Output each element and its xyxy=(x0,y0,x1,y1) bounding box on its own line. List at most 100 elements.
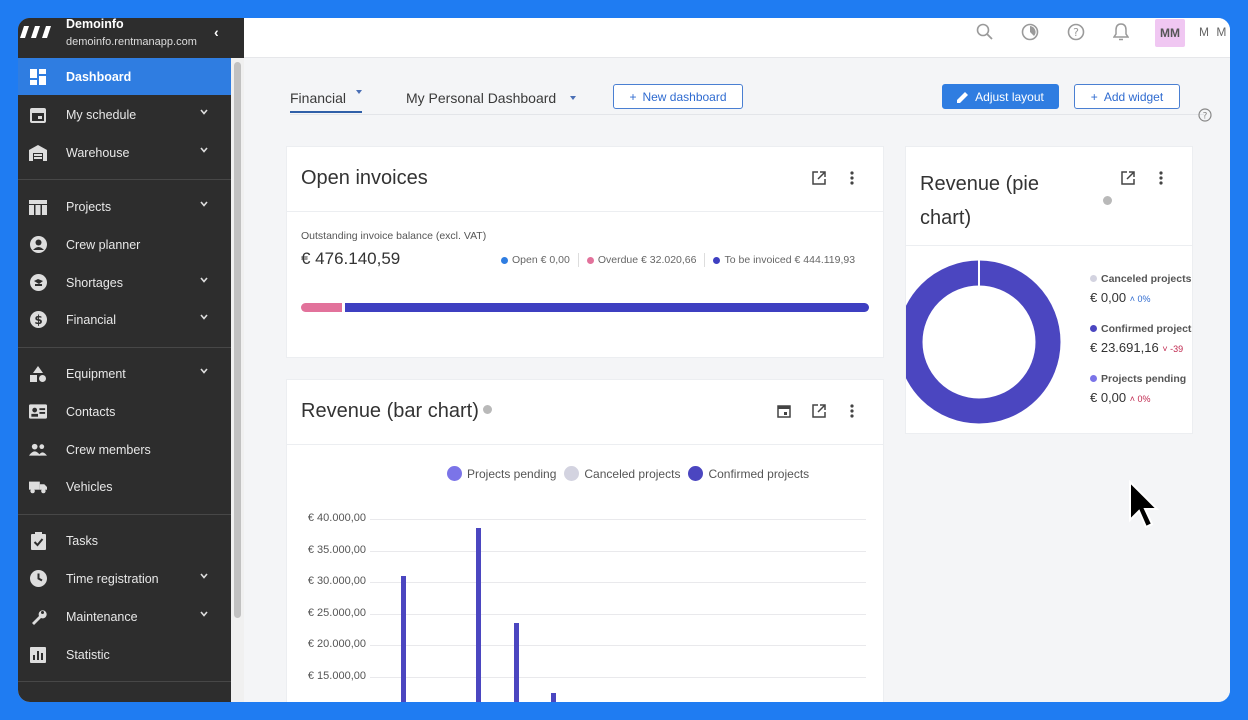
sidebar-divider xyxy=(18,347,231,348)
sidebar-item-my-schedule[interactable]: My schedule xyxy=(18,96,231,133)
y-tick-label: € 20.000,00 xyxy=(307,638,366,651)
brand-header: Demoinfo demoinfo.rentmanapp.com ‹ xyxy=(18,18,244,58)
top-bar: ? MM M M xyxy=(244,18,1230,58)
sidebar-item-statistic[interactable]: Statistic xyxy=(18,636,231,673)
mouse-cursor-icon xyxy=(1129,480,1160,529)
revenue-bar-widget: Revenue (bar chart) Projects pending Can… xyxy=(286,379,884,702)
tab-my-personal-dashboard[interactable]: My Personal Dashboard xyxy=(406,87,577,109)
bar-chart-plot: € 40.000,00 € 35.000,00 € 30.000,00 € 25.00… xyxy=(287,380,885,702)
calendar-icon xyxy=(29,106,47,124)
open-external-icon[interactable] xyxy=(1120,170,1136,186)
sidebar-scrollbar-thumb[interactable] xyxy=(234,62,241,618)
legend-change: 0% xyxy=(1137,294,1151,304)
bar-confirmed-projects[interactable] xyxy=(551,692,556,702)
y-tick-label: € 15.000,00 xyxy=(307,670,366,682)
pie-legend-item: Projects pending € 0,00 ˄ 0% xyxy=(1090,373,1187,405)
chevron-down-icon xyxy=(200,201,208,207)
chevron-down-icon xyxy=(200,109,208,115)
sidebar-item-time-registration[interactable]: Time registration xyxy=(18,560,231,597)
chevron-down-icon xyxy=(200,573,208,579)
legend-value: € 0,00 xyxy=(1090,390,1127,405)
help-icon[interactable]: ? xyxy=(1065,21,1087,43)
progress-to-be-invoiced xyxy=(345,303,869,312)
bell-icon[interactable] xyxy=(1110,21,1132,43)
sidebar-item-financial[interactable]: $ Financial xyxy=(18,301,231,338)
sidebar-divider xyxy=(18,681,231,682)
sidebar-item-crew-members[interactable]: Crew members xyxy=(18,431,231,468)
invoice-subtitle: Outstanding invoice balance (excl. VAT) xyxy=(301,230,487,242)
avatar[interactable]: MM xyxy=(1155,19,1185,47)
collapse-sidebar-icon[interactable]: ‹ xyxy=(214,24,219,40)
invoice-legend: Open € 0,00 Overdue € 32.020,66 To be in… xyxy=(501,253,855,267)
rentman-logo-icon xyxy=(20,26,51,38)
bar-confirmed-projects[interactable] xyxy=(401,575,406,702)
open-external-icon[interactable] xyxy=(811,170,827,186)
new-dashboard-button[interactable]: + New dashboard xyxy=(613,84,743,109)
plus-icon: + xyxy=(1090,89,1098,104)
sidebar-item-equipment[interactable]: Equipment xyxy=(18,355,231,392)
shortages-icon xyxy=(29,274,47,292)
bar-chart-icon xyxy=(29,646,47,664)
chevron-down-icon xyxy=(200,277,208,283)
sidebar-item-tasks[interactable]: Tasks xyxy=(18,522,231,559)
more-vertical-icon[interactable] xyxy=(844,170,860,186)
invoice-total: € 476.140,59 xyxy=(301,249,401,268)
add-widget-button[interactable]: + Add widget xyxy=(1074,84,1180,109)
sidebar-item-label: Time registration xyxy=(66,571,159,586)
gridline xyxy=(370,582,866,584)
caret-down-icon xyxy=(356,90,363,94)
sidebar-item-label: Warehouse xyxy=(66,145,130,160)
help-icon[interactable]: ? xyxy=(1198,108,1212,122)
widget-header: Revenue (pie chart) xyxy=(906,147,1192,246)
sidebar-item-crew-planner[interactable]: Crew planner xyxy=(18,226,231,263)
sidebar-item-label: Vehicles xyxy=(66,479,113,494)
projects-icon xyxy=(29,198,47,216)
activity-icon[interactable] xyxy=(1019,21,1041,43)
warehouse-icon xyxy=(29,144,47,162)
search-icon[interactable] xyxy=(974,21,996,43)
legend-label: To be invoiced xyxy=(724,254,792,266)
sidebar-item-label: Crew members xyxy=(66,442,151,457)
info-icon[interactable] xyxy=(1103,196,1112,205)
button-label: New dashboard xyxy=(642,89,727,104)
revenue-pie-widget: Revenue (pie chart) Canceled projects € xyxy=(905,146,1193,434)
legend-value: € 32.020,66 xyxy=(641,254,697,266)
sidebar-item-maintenance[interactable]: Maintenance xyxy=(18,598,231,635)
sidebar-item-vehicles[interactable]: Vehicles xyxy=(18,468,231,505)
widget-title: Open invoices xyxy=(301,167,428,189)
sidebar-item-contacts[interactable]: Contacts xyxy=(18,393,231,430)
sidebar: Demoinfo demoinfo.rentmanapp.com ‹ Dashb… xyxy=(18,18,244,702)
dashboard-tabbar: Financial My Personal Dashboard xyxy=(290,87,1204,115)
tab-financial[interactable]: Financial xyxy=(290,87,363,113)
y-tick-label: € 25.000,00 xyxy=(307,606,366,619)
group-icon xyxy=(29,441,47,459)
widget-title-line: chart) xyxy=(920,207,972,229)
sidebar-item-dashboard[interactable]: Dashboard xyxy=(18,58,231,95)
company-name: Demoinfo xyxy=(66,18,124,31)
dashboard-icon xyxy=(29,68,47,86)
sidebar-item-label: My schedule xyxy=(66,107,137,122)
sidebar-item-warehouse[interactable]: Warehouse xyxy=(18,134,231,171)
bar-confirmed-projects[interactable] xyxy=(476,528,481,702)
sidebar-item-projects[interactable]: Projects xyxy=(18,188,231,225)
gridline xyxy=(370,677,866,678)
bar-confirmed-projects[interactable] xyxy=(514,623,519,702)
y-tick-label: € 35.000,00 xyxy=(307,543,366,556)
sidebar-divider xyxy=(18,179,231,180)
person-icon xyxy=(29,236,47,254)
user-name[interactable]: M M xyxy=(1199,25,1228,39)
legend-change: 0% xyxy=(1137,394,1151,404)
legend-dot xyxy=(586,256,594,264)
truck-icon xyxy=(29,478,47,496)
adjust-layout-button[interactable]: Adjust layout xyxy=(942,84,1059,109)
tab-label: Financial xyxy=(290,90,347,106)
pie-legend-item: Confirmed projects € 23.691,16 ˅ -39 xyxy=(1090,323,1192,373)
more-vertical-icon[interactable] xyxy=(1153,170,1169,186)
legend-value: € 0,00 xyxy=(1090,290,1127,305)
pie-slice-confirmed-projects[interactable] xyxy=(906,260,1061,424)
sidebar-item-shortages[interactable]: Shortages xyxy=(18,264,231,301)
widget-title-line: Revenue (pie xyxy=(920,173,1039,195)
y-tick-label: € 30.000,00 xyxy=(307,575,366,588)
legend-value: € 23.691,16 xyxy=(1090,340,1159,355)
sidebar-item-label: Contacts xyxy=(66,404,116,419)
